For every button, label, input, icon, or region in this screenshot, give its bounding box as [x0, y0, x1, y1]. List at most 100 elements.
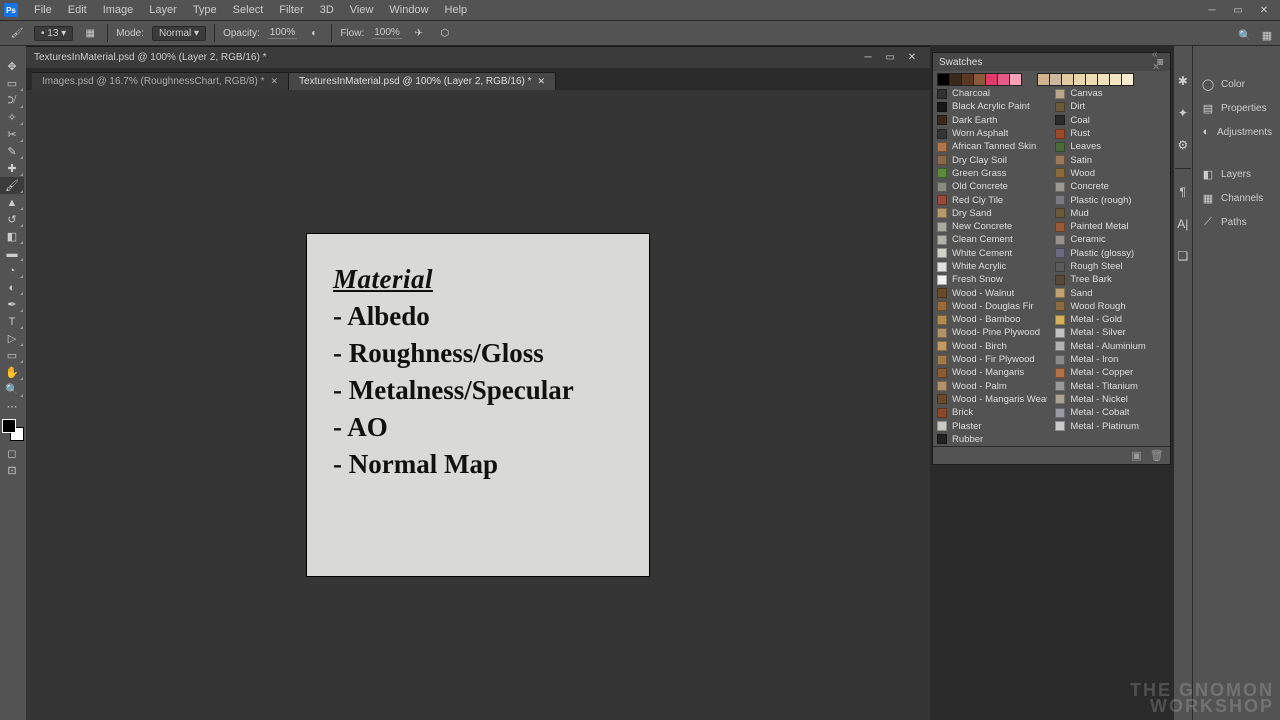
swatch-item[interactable]: Sand — [1051, 286, 1169, 299]
canvas-area[interactable]: Material - Albedo- Roughness/Gloss- Meta… — [26, 90, 930, 720]
quick-select-tool[interactable]: ✧ — [0, 109, 24, 126]
history-brush-tool[interactable]: ↺ — [0, 211, 24, 228]
brush-settings-strip-icon[interactable]: ⚙ — [1174, 136, 1192, 154]
swatch-item[interactable]: Metal - Titanium — [1051, 380, 1169, 393]
doc-restore-button[interactable]: ▭ — [880, 50, 900, 66]
quick-mask-icon[interactable]: ◻ — [0, 445, 24, 462]
flow-value[interactable]: 100% — [372, 27, 402, 39]
swatch-item[interactable]: Black Acrylic Paint — [933, 100, 1051, 113]
swatch-item[interactable]: Brick — [933, 406, 1051, 419]
paragraph-strip-icon[interactable]: ¶ — [1174, 183, 1192, 201]
swatch-item[interactable]: African Tanned Skin — [933, 140, 1051, 153]
panel-collapse-icon[interactable]: « — [1152, 49, 1167, 60]
swatch-item[interactable]: Leaves — [1051, 140, 1169, 153]
blur-tool[interactable]: ◔ — [0, 262, 24, 279]
swatch-item[interactable]: Wood - Mangaris — [933, 366, 1051, 379]
swatch-item[interactable]: Dry Clay Soil — [933, 153, 1051, 166]
menu-type[interactable]: Type — [185, 1, 225, 19]
close-button[interactable]: ✕ — [1252, 2, 1276, 18]
swatch-item[interactable]: Satin — [1051, 153, 1169, 166]
healing-brush-tool[interactable]: ✚ — [0, 160, 24, 177]
color-panel-tab[interactable]: ◯Color — [1193, 72, 1280, 96]
document-canvas[interactable]: Material - Albedo- Roughness/Gloss- Meta… — [307, 234, 649, 576]
lasso-tool[interactable]: ⟉ — [0, 92, 24, 109]
swatch-item[interactable]: Old Concrete — [933, 180, 1051, 193]
pen-tool[interactable]: ✒ — [0, 296, 24, 313]
screen-mode-icon[interactable]: ⊡ — [0, 462, 24, 479]
brush-size-dropdown[interactable]: • 13 ▾ — [34, 26, 73, 41]
airbrush-icon[interactable]: ✈ — [410, 24, 428, 42]
menu-edit[interactable]: Edit — [60, 1, 95, 19]
clone-source-strip-icon[interactable]: ✦ — [1174, 104, 1192, 122]
swatch-item[interactable]: Wood - Mangaris Weathered — [933, 393, 1051, 406]
swatch-item[interactable]: Metal - Iron — [1051, 353, 1169, 366]
swatch-item[interactable]: Wood - Bamboo — [933, 313, 1051, 326]
menu-image[interactable]: Image — [95, 1, 142, 19]
menu-window[interactable]: Window — [381, 1, 436, 19]
swatch-item[interactable]: Dry Sand — [933, 207, 1051, 220]
swatch-item[interactable]: Metal - Platinum — [1051, 419, 1169, 432]
gradient-tool[interactable]: ▬ — [0, 245, 24, 262]
brush-tool[interactable]: 🖌 — [0, 177, 24, 194]
swatch-item[interactable]: Canvas — [1051, 87, 1169, 100]
brush-preset-icon[interactable]: 🖌 — [8, 24, 26, 42]
crop-tool[interactable]: ✂ — [0, 126, 24, 143]
path-select-tool[interactable]: ▷ — [0, 330, 24, 347]
swatch-item[interactable]: Clean Cement — [933, 233, 1051, 246]
menu-filter[interactable]: Filter — [271, 1, 311, 19]
fg-bg-color[interactable] — [2, 419, 24, 441]
clone-stamp-tool[interactable]: ▲ — [0, 194, 24, 211]
edit-toolbar[interactable]: ⋯ — [0, 398, 24, 415]
type-tool[interactable]: T — [0, 313, 24, 330]
move-tool[interactable]: ✥ — [0, 58, 24, 75]
dodge-tool[interactable]: ◐ — [0, 279, 24, 296]
swatch-item[interactable]: Fresh Snow — [933, 273, 1051, 286]
swatch-item[interactable]: Dirt — [1051, 100, 1169, 113]
swatch-item[interactable]: Concrete — [1051, 180, 1169, 193]
shape-tool[interactable]: ▭ — [0, 347, 24, 364]
adjustments-panel-tab[interactable]: ◐Adjustments — [1193, 120, 1280, 144]
new-swatch-icon[interactable]: ▣ — [1131, 449, 1141, 462]
brushes-strip-icon[interactable]: ✱ — [1174, 72, 1192, 90]
swatch-item[interactable]: Metal - Aluminium — [1051, 340, 1169, 353]
swatch-item[interactable]: Dark Earth — [933, 114, 1051, 127]
swatch-item[interactable]: Tree Bark — [1051, 273, 1169, 286]
opacity-value[interactable]: 100% — [268, 27, 298, 39]
search-icon[interactable]: 🔍 — [1236, 26, 1254, 44]
swatch-item[interactable]: Plastic (rough) — [1051, 193, 1169, 206]
eraser-tool[interactable]: ◧ — [0, 228, 24, 245]
hand-tool[interactable]: ✋ — [0, 364, 24, 381]
swatch-item[interactable]: Green Grass — [933, 167, 1051, 180]
swatch-item[interactable]: Metal - Copper — [1051, 366, 1169, 379]
menu-view[interactable]: View — [342, 1, 382, 19]
swatch-item[interactable]: Worn Asphalt — [933, 127, 1051, 140]
menu-select[interactable]: Select — [225, 1, 272, 19]
workspace-switcher-icon[interactable]: ▦ — [1258, 26, 1276, 44]
menu-layer[interactable]: Layer — [141, 1, 185, 19]
doc-minimize-button[interactable]: ─ — [858, 50, 878, 66]
minimize-button[interactable]: ─ — [1200, 2, 1224, 18]
swatch-item[interactable]: Ceramic — [1051, 233, 1169, 246]
swatch-item[interactable]: Wood - Walnut — [933, 286, 1051, 299]
eyedropper-tool[interactable]: ✎ — [0, 143, 24, 160]
tab-close-icon[interactable]: ✕ — [270, 76, 278, 87]
menu-file[interactable]: File — [26, 1, 60, 19]
swatch-item[interactable]: Wood - Birch — [933, 340, 1051, 353]
swatch-item[interactable]: Charcoal — [933, 87, 1051, 100]
swatch-item[interactable]: Wood — [1051, 167, 1169, 180]
swatch-item[interactable]: Metal - Silver — [1051, 326, 1169, 339]
swatch-item[interactable]: Rubber — [933, 433, 1051, 446]
swatch-item[interactable]: Red Cly Tile — [933, 193, 1051, 206]
swatch-chip[interactable] — [1121, 73, 1134, 86]
tab-close-icon[interactable]: ✕ — [538, 76, 546, 87]
menu-help[interactable]: Help — [437, 1, 476, 19]
swatch-item[interactable]: Mud — [1051, 207, 1169, 220]
blend-mode-dropdown[interactable]: Normal ▾ — [152, 26, 206, 41]
swatch-item[interactable]: Metal - Gold — [1051, 313, 1169, 326]
swatch-item[interactable]: Metal - Cobalt — [1051, 406, 1169, 419]
doc-close-button[interactable]: ✕ — [902, 50, 922, 66]
glyphs-strip-icon[interactable]: ❏ — [1174, 247, 1192, 265]
swatch-item[interactable]: Coal — [1051, 114, 1169, 127]
document-tab[interactable]: Images.psd @ 16.7% (RoughnessChart, RGB/… — [32, 72, 289, 90]
swatch-item[interactable]: Plastic (glossy) — [1051, 247, 1169, 260]
